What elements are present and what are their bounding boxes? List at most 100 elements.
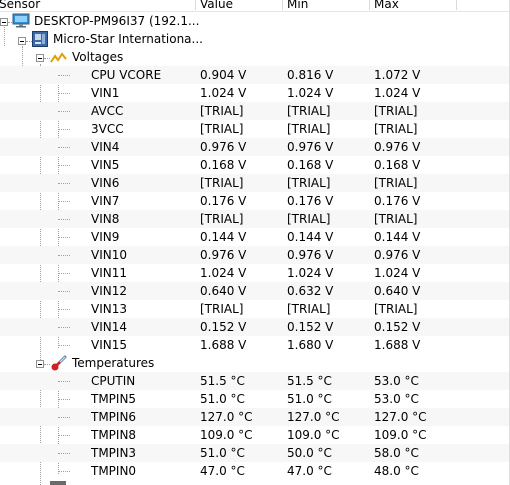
group-label: Voltages [72, 50, 124, 64]
sensor-row[interactable]: VIN13 [TRIAL] [TRIAL] [TRIAL] [0, 300, 510, 318]
sensor-max: 0.976 V [374, 248, 421, 262]
sensor-name: CPUTIN [91, 374, 136, 388]
sensor-max: [TRIAL] [374, 104, 418, 118]
sensor-min: 50.0 °C [287, 446, 332, 460]
voltage-icon [50, 52, 67, 63]
sensor-row[interactable]: VIN14 0.152 V 0.152 V 0.152 V [0, 318, 510, 336]
sensor-value: 0.976 V [200, 140, 247, 154]
sensor-value: 51.0 °C [200, 392, 245, 406]
sensor-min: 51.0 °C [287, 392, 332, 406]
sensor-row[interactable]: VIN5 0.168 V 0.168 V 0.168 V [0, 156, 510, 174]
collapse-toggle[interactable] [0, 18, 8, 26]
tree-line [58, 381, 70, 382]
sensor-value: 1.024 V [200, 266, 247, 280]
tree-line [58, 435, 70, 436]
sensor-value: 51.5 °C [200, 374, 245, 388]
column-divider[interactable] [282, 0, 283, 10]
sensor-row[interactable]: VIN7 0.176 V 0.176 V 0.176 V [0, 192, 510, 210]
tree-line [58, 93, 70, 94]
sensor-min: 0.152 V [287, 320, 334, 334]
sensor-row[interactable]: CPU VCORE 0.904 V 0.816 V 1.072 V [0, 66, 510, 84]
tree-line [58, 219, 70, 220]
tree-line [58, 453, 70, 454]
sensor-row[interactable]: VIN8 [TRIAL] [TRIAL] [TRIAL] [0, 210, 510, 228]
sensor-value: 0.144 V [200, 230, 247, 244]
sensor-value: 0.904 V [200, 68, 247, 82]
sensor-name: AVCC [91, 104, 124, 118]
sensor-row[interactable]: VIN4 0.976 V 0.976 V 0.976 V [0, 138, 510, 156]
sensor-min: [TRIAL] [287, 302, 331, 316]
sensor-min: [TRIAL] [287, 176, 331, 190]
sensor-row[interactable]: VIN1 1.024 V 1.024 V 1.024 V [0, 84, 510, 102]
sensor-max: 53.0 °C [374, 392, 419, 406]
sensor-name: TMPIN8 [91, 428, 137, 442]
sensor-name: VIN6 [91, 176, 120, 190]
tree-line [58, 201, 70, 202]
tree-line [58, 255, 70, 256]
sensor-value: [TRIAL] [200, 176, 244, 190]
sensor-name: VIN4 [91, 140, 120, 154]
sensor-row[interactable]: VIN11 1.024 V 1.024 V 1.024 V [0, 264, 510, 282]
sensor-row[interactable]: VIN6 [TRIAL] [TRIAL] [TRIAL] [0, 174, 510, 192]
sensor-name: VIN14 [91, 320, 127, 334]
sensor-max: 1.688 V [374, 338, 421, 352]
sensor-max: 1.072 V [374, 68, 421, 82]
sensor-row[interactable]: TMPIN0 47.0 °C 47.0 °C 48.0 °C [0, 462, 510, 480]
column-divider[interactable] [456, 0, 457, 10]
sensor-min: [TRIAL] [287, 104, 331, 118]
sensor-row[interactable]: VIN15 1.688 V 1.680 V 1.688 V [0, 336, 510, 354]
sensor-row[interactable]: VIN9 0.144 V 0.144 V 0.144 V [0, 228, 510, 246]
sensor-row[interactable]: TMPIN8 109.0 °C 109.0 °C 109.0 °C [0, 426, 510, 444]
sensor-min: 0.168 V [287, 158, 334, 172]
column-divider[interactable] [369, 0, 370, 10]
sensor-row[interactable]: AVCC [TRIAL] [TRIAL] [TRIAL] [0, 102, 510, 120]
tree-line [58, 111, 70, 112]
tree-node-voltages[interactable]: Voltages [0, 48, 510, 66]
tree-line [58, 147, 70, 148]
tree-node-board[interactable]: Micro-Star Internationa... [0, 30, 510, 48]
sensor-name: VIN5 [91, 158, 120, 172]
tree-line [58, 291, 70, 292]
sensor-row[interactable]: CPUTIN 51.5 °C 51.5 °C 53.0 °C [0, 372, 510, 390]
sensor-value: 1.688 V [200, 338, 247, 352]
column-divider[interactable] [195, 0, 196, 10]
sensor-row[interactable]: TMPIN6 127.0 °C 127.0 °C 127.0 °C [0, 408, 510, 426]
tree-line [58, 471, 70, 472]
sensor-row[interactable]: 3VCC [TRIAL] [TRIAL] [TRIAL] [0, 120, 510, 138]
sensor-value: 51.0 °C [200, 446, 245, 460]
sensor-name: CPU VCORE [91, 68, 162, 82]
sensor-max: [TRIAL] [374, 122, 418, 136]
collapse-toggle[interactable] [18, 37, 26, 45]
sensor-max: [TRIAL] [374, 176, 418, 190]
sensor-max: 0.640 V [374, 284, 421, 298]
sensor-max: 127.0 °C [374, 410, 427, 424]
collapse-toggle[interactable] [36, 360, 44, 368]
sensor-name: VIN12 [91, 284, 127, 298]
sensor-name: TMPIN5 [91, 392, 137, 406]
sensor-value: [TRIAL] [200, 104, 244, 118]
sensor-max: [TRIAL] [374, 212, 418, 226]
sensor-max: 1.024 V [374, 266, 421, 280]
tree-line [58, 309, 70, 310]
sensor-min: 1.024 V [287, 86, 334, 100]
sensor-max: 0.152 V [374, 320, 421, 334]
sensor-min: 0.176 V [287, 194, 334, 208]
tree-node-temperatures[interactable]: Temperatures [0, 354, 510, 372]
tree-node-computer[interactable]: DESKTOP-PM96I37 (192.1... [0, 12, 510, 30]
sensor-max: 0.168 V [374, 158, 421, 172]
sensor-row[interactable]: VIN10 0.976 V 0.976 V 0.976 V [0, 246, 510, 264]
sensor-max: 1.024 V [374, 86, 421, 100]
motherboard-icon [32, 31, 48, 47]
sensor-value: 0.176 V [200, 194, 247, 208]
sensor-max: 48.0 °C [374, 464, 419, 478]
collapse-toggle[interactable] [36, 54, 44, 62]
sensor-min: [TRIAL] [287, 212, 331, 226]
sensor-max: 58.0 °C [374, 446, 419, 460]
sensor-row[interactable]: VIN12 0.640 V 0.632 V 0.640 V [0, 282, 510, 300]
sensor-value: 0.152 V [200, 320, 247, 334]
sensor-name: TMPIN3 [91, 446, 137, 460]
sensor-row[interactable]: TMPIN3 51.0 °C 50.0 °C 58.0 °C [0, 444, 510, 462]
sensor-value: [TRIAL] [200, 122, 244, 136]
sensor-row[interactable]: TMPIN5 51.0 °C 51.0 °C 53.0 °C [0, 390, 510, 408]
tree-line [58, 237, 70, 238]
